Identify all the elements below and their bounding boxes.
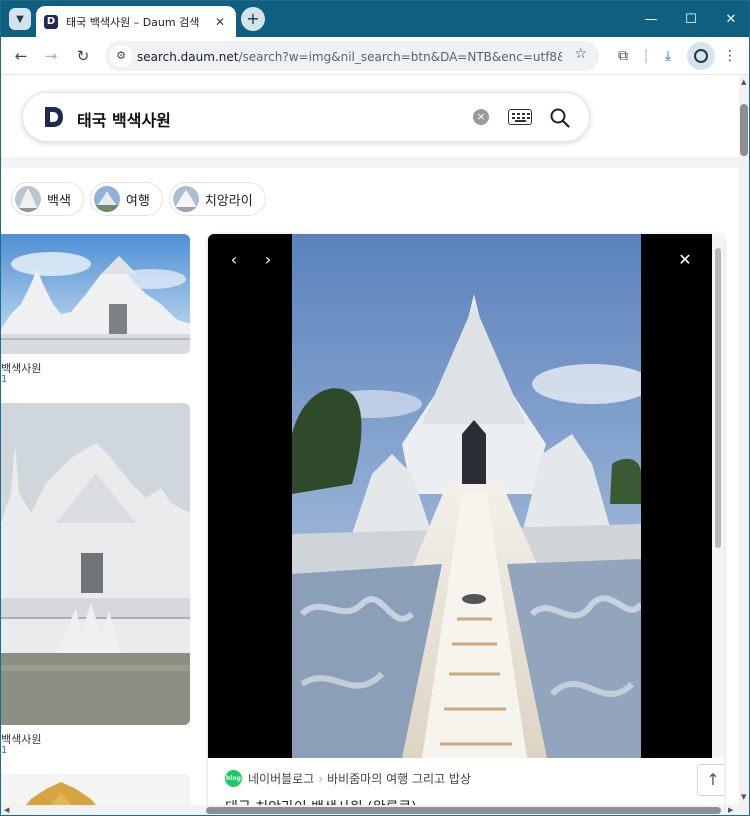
tab-search-button[interactable]: ▼ bbox=[9, 8, 31, 30]
page-vertical-scrollbar[interactable]: ▲ ▼ bbox=[739, 76, 749, 815]
chip-travel[interactable]: 여행 bbox=[89, 182, 163, 216]
next-image-icon[interactable]: › bbox=[258, 250, 278, 270]
url-host: search.daum.net bbox=[137, 50, 239, 64]
clear-search-icon[interactable]: × bbox=[473, 109, 489, 125]
prev-image-icon[interactable]: ‹ bbox=[224, 250, 244, 270]
result-source[interactable]: 1 bbox=[1, 745, 7, 756]
chip-label: 백색 bbox=[47, 193, 71, 209]
image-result[interactable] bbox=[1, 403, 190, 725]
source-line: blog 네이버블로그 › 바비줌마의 여행 그리고 밥상 bbox=[225, 770, 471, 787]
vertical-scrollbar-thumb[interactable] bbox=[740, 104, 748, 156]
temple-thumbnail bbox=[1, 234, 190, 354]
bookmark-star-icon[interactable]: ☆ bbox=[574, 46, 587, 62]
close-window-icon[interactable]: ✕ bbox=[711, 1, 749, 37]
scroll-top-button[interactable]: ↑ bbox=[697, 764, 724, 796]
breadcrumb-separator: › bbox=[318, 771, 324, 786]
toolbar-separator: | bbox=[643, 48, 649, 64]
page-horizontal-scrollbar[interactable]: ◀ ▶ bbox=[1, 805, 739, 815]
chip-baeksaek[interactable]: 백색 bbox=[11, 182, 84, 216]
browser-toolbar: ← → ↻ ⚙ search.daum.net/search?w=img&nil… bbox=[1, 37, 749, 75]
close-viewer-icon[interactable]: ✕ bbox=[675, 250, 695, 270]
search-box[interactable]: 태국 백색사원 × bbox=[22, 92, 590, 142]
url-text[interactable]: search.daum.net/search?w=img&nil_search=… bbox=[137, 48, 562, 65]
chevron-down-icon: ▼ bbox=[16, 13, 24, 25]
scroll-left-arrow-icon[interactable]: ◀ bbox=[4, 806, 9, 814]
chip-thumbnail bbox=[15, 186, 41, 212]
search-header: 태국 백색사원 × bbox=[1, 76, 739, 158]
related-chips: 백색 여행 치앙라이 bbox=[11, 182, 272, 216]
page-content: 태국 백색사원 × 백색 여행 치앙라이 백색사원 1 백색사원 1 ‹ › ✕… bbox=[1, 76, 739, 815]
chip-thumbnail bbox=[93, 186, 120, 212]
url-path: /search?w=img&nil_search=btn&DA=NTB&enc=… bbox=[238, 50, 562, 64]
back-arrow-icon[interactable]: ← bbox=[9, 44, 33, 68]
viewer-scrollbar-thumb[interactable] bbox=[715, 248, 721, 548]
scroll-down-arrow-icon[interactable]: ▼ bbox=[741, 793, 746, 801]
chip-chiangrai[interactable]: 치앙라이 bbox=[168, 182, 266, 216]
scroll-right-arrow-icon[interactable]: ▶ bbox=[728, 806, 733, 814]
new-tab-button[interactable]: + bbox=[241, 7, 265, 31]
source-name[interactable]: 네이버블로그 bbox=[248, 770, 314, 787]
extensions-icon[interactable]: ⧉ bbox=[612, 45, 634, 67]
temple-thumbnail bbox=[1, 403, 190, 725]
daum-logo-icon[interactable] bbox=[43, 105, 65, 129]
profile-avatar-icon[interactable] bbox=[687, 42, 715, 70]
chip-label: 치앙라이 bbox=[204, 193, 253, 209]
image-viewer: ‹ › ✕ blog 네이버블로그 › 바비줌마의 여행 그리고 밥상 태국 치… bbox=[208, 234, 724, 815]
image-result[interactable] bbox=[1, 234, 190, 354]
forward-arrow-icon[interactable]: → bbox=[39, 44, 63, 68]
horizontal-scrollbar-thumb[interactable] bbox=[206, 807, 721, 814]
chip-label: 여행 bbox=[125, 193, 150, 209]
tab-strip: ▼ D 태국 백색사원 – Daum 검색 ✕ + — ☐ ✕ bbox=[1, 1, 749, 37]
scroll-up-arrow-icon[interactable]: ▲ bbox=[741, 78, 746, 86]
search-query[interactable]: 태국 백색사원 bbox=[77, 107, 171, 131]
viewer-scrollbar[interactable] bbox=[712, 234, 724, 758]
active-tab[interactable]: D 태국 백색사원 – Daum 검색 ✕ bbox=[36, 6, 236, 37]
tab-close-icon[interactable]: ✕ bbox=[213, 15, 227, 29]
minimize-icon[interactable]: — bbox=[631, 1, 671, 37]
download-icon[interactable]: ⤓ bbox=[657, 45, 679, 67]
keyboard-icon[interactable] bbox=[508, 109, 532, 125]
site-info-icon[interactable]: ⚙ bbox=[110, 45, 132, 67]
search-icon[interactable] bbox=[549, 107, 571, 129]
address-bar[interactable]: ⚙ search.daum.net/search?w=img&nil_searc… bbox=[105, 41, 599, 71]
white-temple-photo[interactable] bbox=[292, 234, 641, 758]
blog-name[interactable]: 바비줌마의 여행 그리고 밥상 bbox=[327, 770, 471, 787]
more-menu-icon[interactable]: ⋮ bbox=[719, 45, 741, 67]
maximize-icon[interactable]: ☐ bbox=[671, 1, 711, 37]
blog-badge-icon: blog bbox=[225, 770, 242, 787]
viewer-stage: ‹ › ✕ bbox=[208, 234, 712, 758]
section-divider bbox=[1, 158, 739, 168]
browser-window: ▼ D 태국 백색사원 – Daum 검색 ✕ + — ☐ ✕ ← → ↻ ⚙ … bbox=[0, 0, 750, 816]
tab-title: 태국 백색사원 – Daum 검색 bbox=[66, 15, 200, 29]
chip-thumbnail bbox=[172, 186, 199, 212]
reload-icon[interactable]: ↻ bbox=[71, 44, 95, 68]
result-source[interactable]: 1 bbox=[1, 374, 7, 385]
daum-favicon-icon: D bbox=[44, 14, 58, 29]
